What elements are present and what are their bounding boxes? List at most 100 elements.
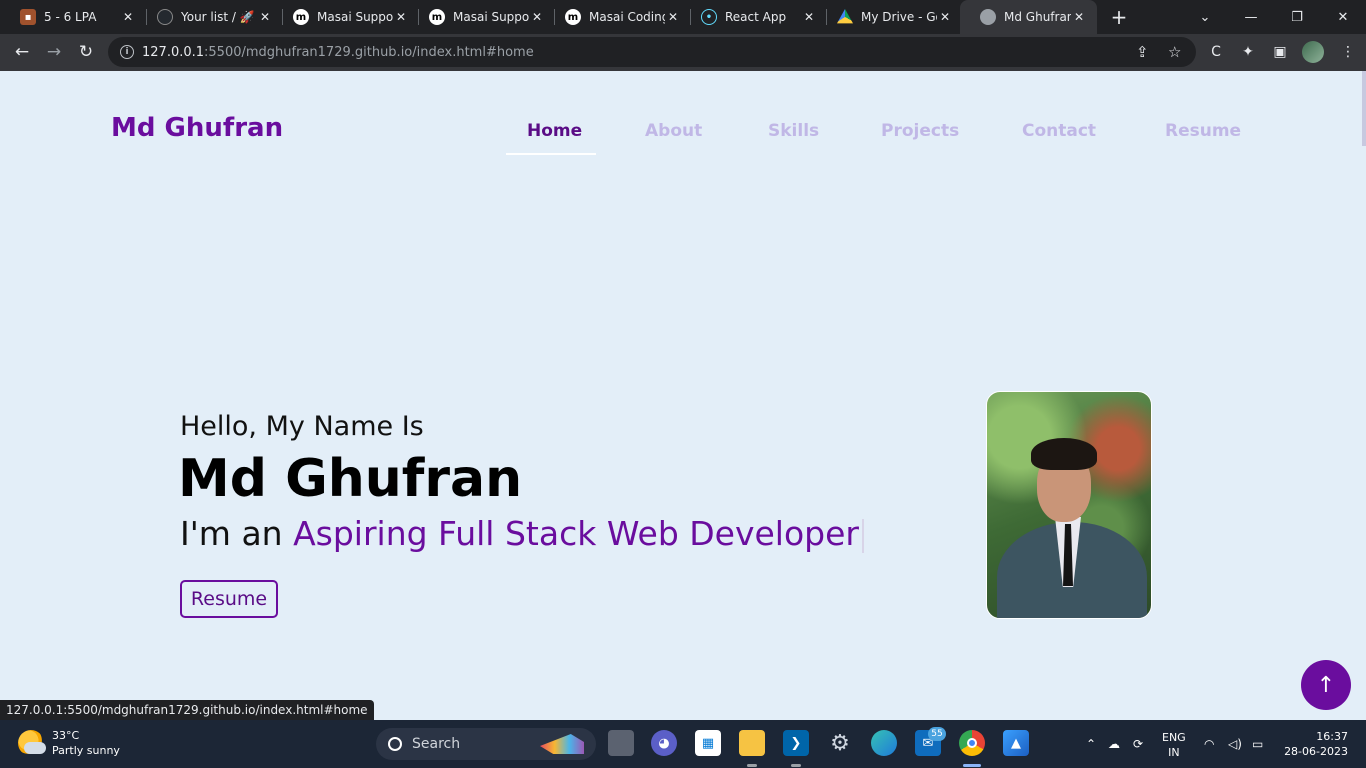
weather-temp: 33°C [52, 729, 80, 742]
chrome-icon[interactable] [959, 730, 985, 756]
nav-resume[interactable]: Resume [1165, 121, 1241, 141]
extension-c-icon[interactable]: C [1206, 42, 1226, 62]
typing-cursor [861, 518, 864, 553]
forward-button[interactable]: → [40, 38, 68, 66]
scroll-to-top-button[interactable]: ↑ [1301, 660, 1351, 710]
minimize-button[interactable]: — [1228, 0, 1274, 34]
tab-title: 5 - 6 LPA [44, 10, 97, 24]
partly-sunny-icon [18, 730, 46, 756]
site-logo[interactable]: Md Ghufran [111, 113, 283, 143]
tab-7[interactable]: My Drive - Go ✕ [817, 0, 963, 34]
resume-button[interactable]: Resume [180, 580, 278, 618]
close-tab-icon[interactable]: ✕ [393, 9, 409, 25]
wifi-icon[interactable]: ◠ [1204, 720, 1214, 768]
task-view-icon[interactable] [608, 730, 634, 756]
address-bar[interactable]: i 127.0.0.1:5500/mdghufran1729.github.io… [108, 37, 1196, 67]
file-explorer-icon[interactable] [739, 730, 765, 756]
react-icon: • [701, 9, 717, 25]
hero-role: I'm an Aspiring Full Stack Web Developer [180, 514, 864, 553]
arrow-up-icon: ↑ [1316, 672, 1336, 698]
clock-time: 16:37 [1316, 730, 1348, 743]
taskbar-search[interactable]: Search [376, 728, 596, 760]
language-indicator[interactable]: ENG IN [1162, 730, 1186, 760]
lang-top: ENG [1162, 731, 1186, 744]
tab-8-active[interactable]: Md Ghufran | ✕ [960, 0, 1097, 34]
store-icon[interactable]: ▦ [695, 730, 721, 756]
windows-start-icon[interactable] [339, 732, 363, 756]
tab-title: Your list / 🚀 [181, 10, 255, 24]
photo-hair [1031, 438, 1097, 470]
tab-5[interactable]: m Masai Coding ✕ [545, 0, 691, 34]
role-prefix: I'm an [180, 514, 294, 553]
chat-icon[interactable]: ◕ [651, 730, 677, 756]
settings-gear-icon[interactable]: ⚙ [827, 730, 853, 756]
profile-avatar[interactable] [1302, 41, 1324, 63]
lang-bottom: IN [1168, 746, 1180, 759]
bookmark-star-icon[interactable]: ☆ [1168, 43, 1181, 61]
menu-kebab-icon[interactable]: ⋮ [1338, 42, 1358, 62]
tab-2[interactable]: Your list / 🚀 ✕ [137, 0, 283, 34]
weather-desc: Partly sunny [52, 744, 120, 757]
weather-widget[interactable]: 33°C Partly sunny [18, 728, 120, 758]
browser-toolbar: ← → ↻ i 127.0.0.1:5500/mdghufran1729.git… [0, 34, 1366, 71]
photos-icon[interactable]: ▲ [1003, 730, 1029, 756]
weather-text: 33°C Partly sunny [52, 728, 120, 758]
nav-projects[interactable]: Projects [881, 121, 959, 141]
search-highlight-graphic [540, 734, 584, 754]
tab-title: React App [725, 10, 787, 24]
tab-search-chevron-icon[interactable]: ⌄ [1182, 0, 1228, 34]
close-tab-icon[interactable]: ✕ [665, 9, 681, 25]
close-window-button[interactable]: ✕ [1320, 0, 1366, 34]
nav-contact[interactable]: Contact [1022, 121, 1096, 141]
restore-button[interactable]: ❐ [1274, 0, 1320, 34]
tray-chevron-icon[interactable]: ⌃ [1086, 720, 1096, 768]
tab-title: My Drive - Go [861, 10, 937, 24]
page-viewport: Md Ghufran Home About Skills Projects Co… [0, 71, 1366, 720]
close-tab-icon[interactable]: ✕ [937, 9, 953, 25]
vscode-icon[interactable]: ❯ [783, 730, 809, 756]
tab-4[interactable]: m Masai Suppor ✕ [409, 0, 555, 34]
profile-photo [986, 391, 1152, 619]
onedrive-offline-icon[interactable]: ☁ [1108, 720, 1120, 768]
clock-date: 28-06-2023 [1284, 745, 1348, 758]
hero-name: Md Ghufran [178, 449, 523, 509]
url-text: 127.0.0.1:5500/mdghufran1729.github.io/i… [142, 45, 534, 60]
masai-icon: m [293, 9, 309, 25]
masai-icon: m [565, 9, 581, 25]
battery-icon[interactable]: ▭ [1252, 720, 1263, 768]
side-panel-icon[interactable]: ▣ [1270, 42, 1290, 62]
close-tab-icon[interactable]: ✕ [1071, 9, 1087, 25]
sync-icon[interactable]: ⟳ [1133, 720, 1143, 768]
tab-3[interactable]: m Masai Suppor ✕ [273, 0, 419, 34]
close-tab-icon[interactable]: ✕ [529, 9, 545, 25]
link-status-bar: 127.0.0.1:5500/mdghufran1729.github.io/i… [0, 700, 374, 720]
clock[interactable]: 16:37 28-06-2023 [1284, 729, 1348, 759]
url-path: :5500/mdghufran1729.github.io/index.html… [204, 44, 534, 60]
site-info-icon[interactable]: i [120, 45, 134, 59]
close-tab-icon[interactable]: ✕ [801, 9, 817, 25]
tab-1[interactable]: ▪ 5 - 6 LPA ✕ [0, 0, 146, 34]
close-tab-icon[interactable]: ✕ [257, 9, 273, 25]
nav-home[interactable]: Home [527, 121, 582, 141]
volume-icon[interactable]: ◁) [1228, 720, 1242, 768]
page-scrollbar[interactable] [1362, 71, 1366, 146]
extensions-puzzle-icon[interactable]: ✦ [1238, 42, 1258, 62]
share-icon[interactable]: ⇪ [1136, 43, 1149, 61]
active-nav-underline [506, 153, 596, 155]
globe-icon [980, 9, 996, 25]
nav-skills[interactable]: Skills [768, 121, 819, 141]
tab-title: Masai Suppor [317, 10, 393, 24]
tab-title: Md Ghufran | [1004, 10, 1071, 24]
search-icon [388, 737, 402, 751]
tab-title: Masai Coding [589, 10, 665, 24]
back-button[interactable]: ← [8, 38, 36, 66]
tab-6[interactable]: • React App ✕ [681, 0, 827, 34]
edge-icon[interactable] [871, 730, 897, 756]
nav-about[interactable]: About [645, 121, 702, 141]
url-host: 127.0.0.1 [142, 44, 205, 60]
chrome-running-indicator [963, 764, 981, 767]
close-tab-icon[interactable]: ✕ [120, 9, 136, 25]
new-tab-button[interactable]: + [1108, 6, 1130, 28]
reload-button[interactable]: ↻ [72, 38, 100, 66]
google-drive-icon [837, 9, 853, 24]
